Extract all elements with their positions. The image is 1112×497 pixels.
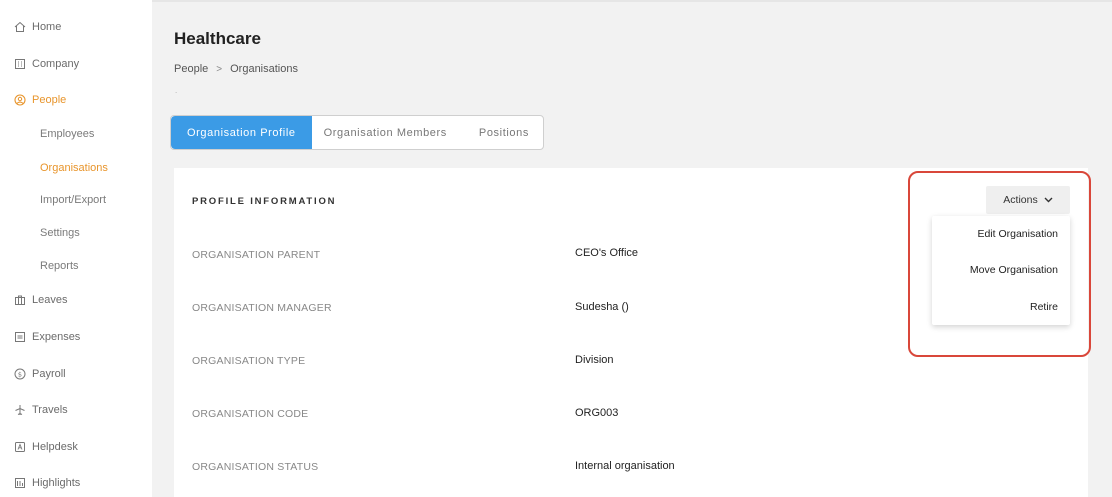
row-label-status: ORGANISATION STATUS bbox=[192, 461, 319, 473]
breadcrumb-organisations: Organisations bbox=[230, 63, 298, 75]
topbar-divider bbox=[152, 0, 1112, 2]
section-title: PROFILE INFORMATION bbox=[192, 196, 337, 207]
row-value-manager: Sudesha () bbox=[575, 301, 629, 313]
sidebar-item-label: Home bbox=[32, 20, 62, 33]
sidebar-item-label: Highlights bbox=[32, 476, 81, 489]
sidebar-item-leaves[interactable]: Leaves bbox=[13, 293, 67, 306]
coin-icon: $ bbox=[13, 367, 26, 380]
sidebar-item-home[interactable]: Home bbox=[13, 20, 61, 33]
sidebar-item-expenses[interactable]: Expenses bbox=[13, 330, 80, 343]
sidebar-item-label: Helpdesk bbox=[32, 440, 78, 453]
tab-organisation-members[interactable]: Organisation Members bbox=[312, 116, 459, 149]
page-title: Healthcare bbox=[174, 29, 261, 48]
people-icon bbox=[13, 93, 26, 106]
ticket-icon bbox=[13, 440, 26, 453]
sidebar-subitem-settings[interactable]: Settings bbox=[40, 227, 80, 239]
sidebar: Home Company People Employees Organisati… bbox=[0, 0, 152, 497]
plane-icon bbox=[13, 403, 26, 416]
highlight-annotation bbox=[908, 171, 1091, 357]
sidebar-item-label: Company bbox=[32, 57, 80, 70]
sidebar-subitem-import-export[interactable]: Import/Export bbox=[40, 194, 106, 206]
breadcrumb-people[interactable]: People bbox=[174, 63, 208, 75]
breadcrumb: People > Organisations bbox=[174, 63, 298, 75]
row-label-parent: ORGANISATION PARENT bbox=[192, 249, 321, 261]
row-value-parent: CEO's Office bbox=[575, 247, 639, 259]
tab-bar: Organisation Profile Organisation Member… bbox=[170, 115, 544, 150]
suitcase-icon bbox=[13, 293, 26, 306]
sidebar-item-people[interactable]: People bbox=[13, 93, 66, 106]
sidebar-item-label: People bbox=[32, 93, 67, 106]
sidebar-item-label: Leaves bbox=[32, 293, 68, 306]
sidebar-item-label: Payroll bbox=[32, 367, 66, 380]
sidebar-item-payroll[interactable]: $ Payroll bbox=[13, 367, 66, 380]
sidebar-item-label: Travels bbox=[32, 403, 68, 416]
breadcrumb-dot: . bbox=[175, 86, 178, 95]
sidebar-subitem-organisations[interactable]: Organisations bbox=[40, 162, 108, 174]
sidebar-item-helpdesk[interactable]: Helpdesk bbox=[13, 440, 78, 453]
row-label-type: ORGANISATION TYPE bbox=[192, 355, 306, 367]
row-label-manager: ORGANISATION MANAGER bbox=[192, 302, 332, 314]
breadcrumb-separator: > bbox=[216, 63, 223, 75]
sidebar-item-highlights[interactable]: Highlights bbox=[13, 476, 80, 489]
row-value-code: ORG003 bbox=[575, 407, 619, 419]
receipt-icon bbox=[13, 330, 26, 343]
sidebar-subitem-reports[interactable]: Reports bbox=[40, 260, 79, 272]
sidebar-item-label: Expenses bbox=[32, 330, 81, 343]
home-icon bbox=[13, 20, 26, 33]
row-value-status: Internal organisation bbox=[575, 460, 675, 472]
sidebar-item-company[interactable]: Company bbox=[13, 57, 79, 70]
tab-positions[interactable]: Positions bbox=[459, 116, 543, 149]
svg-text:$: $ bbox=[17, 370, 21, 378]
sidebar-subitem-employees[interactable]: Employees bbox=[40, 128, 94, 140]
sidebar-item-travels[interactable]: Travels bbox=[13, 403, 68, 416]
building-icon bbox=[13, 57, 26, 70]
highlights-icon bbox=[13, 476, 26, 489]
row-value-type: Division bbox=[575, 354, 614, 366]
row-label-code: ORGANISATION CODE bbox=[192, 408, 309, 420]
tab-organisation-profile[interactable]: Organisation Profile bbox=[171, 116, 312, 149]
